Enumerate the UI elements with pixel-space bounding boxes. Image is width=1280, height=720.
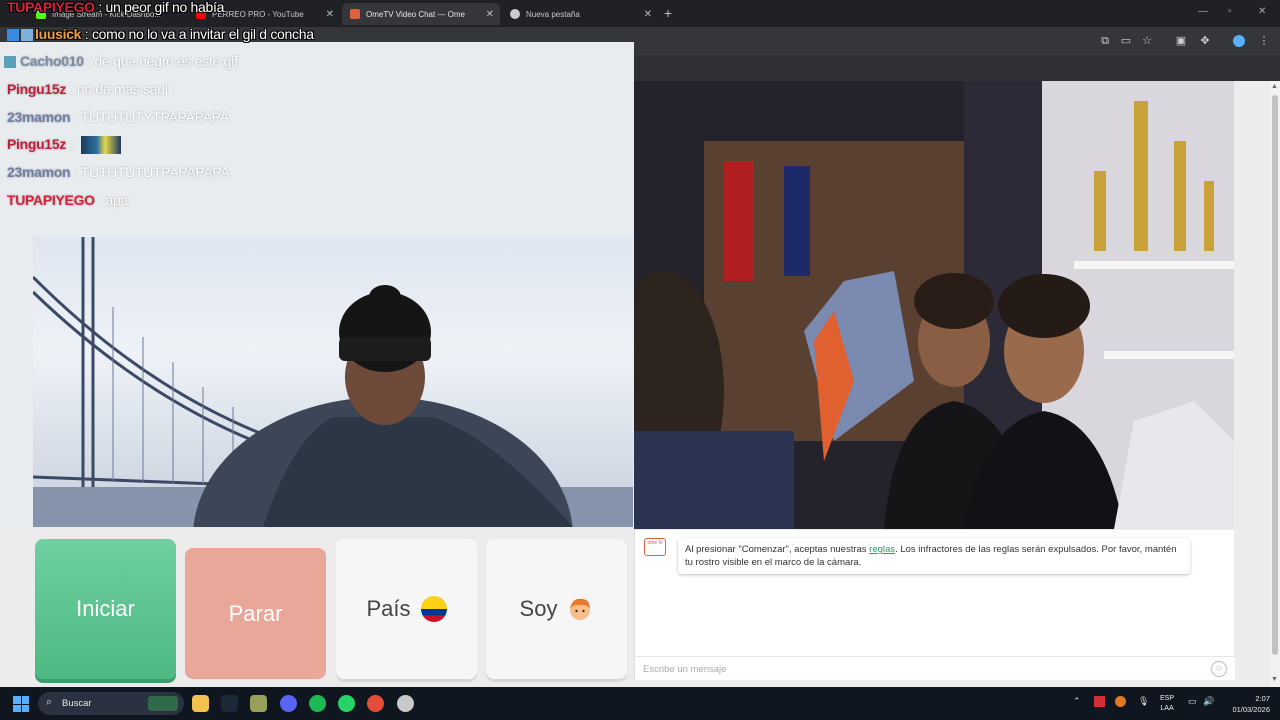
- start-label: Iniciar: [76, 596, 135, 621]
- emoji-icon[interactable]: ☺: [1211, 661, 1227, 677]
- steam-icon[interactable]: [221, 695, 238, 712]
- new-tab-button[interactable]: +: [664, 5, 672, 21]
- badge-icon: [21, 29, 33, 42]
- close-icon[interactable]: ✕: [326, 9, 334, 20]
- tab-label: Nueva pestaña: [526, 9, 580, 19]
- clock-time: 2:07: [1255, 694, 1270, 703]
- chat-username: TUPAPIYEGO: [7, 192, 95, 208]
- close-icon[interactable]: ✕: [644, 9, 652, 20]
- spotify-icon[interactable]: [309, 695, 326, 712]
- chat-username: Cacho010: [20, 53, 84, 69]
- gif-image: [33, 237, 633, 527]
- chat-text: como no lo va a invitar el gil d concha: [91, 26, 314, 42]
- system-message-text: Al presionar "Comenzar", aceptas nuestra…: [685, 544, 870, 555]
- ometv-icon: [350, 9, 360, 19]
- system-clock[interactable]: 2:07 01/03/2026: [1232, 693, 1270, 715]
- tab-new[interactable]: Nueva pestaña ✕: [502, 3, 658, 25]
- scroll-up-icon[interactable]: ▲: [1271, 83, 1278, 90]
- chat-emote: [80, 136, 121, 155]
- chat-username: TUPAPIYEGO: [7, 0, 95, 15]
- chat-username: 23mamon: [7, 109, 71, 125]
- screenshot-icon[interactable]: ▣: [1175, 35, 1187, 47]
- chat-text: TUTUTUTYTPAPAPAPA: [80, 109, 229, 125]
- window-close-icon[interactable]: ✕: [1258, 6, 1266, 17]
- whatsapp-icon[interactable]: [338, 695, 355, 712]
- language-indicator[interactable]: ESP LAA: [1160, 694, 1174, 714]
- chat-text: un peor gif no había: [105, 0, 225, 15]
- search-icon: ⌕: [46, 696, 53, 708]
- stream-chat-message: 23mamon : TUTUTUTUTPAPAPAPA: [7, 164, 230, 180]
- tab-label: OmeTV Video Chat — Ome: [366, 9, 465, 19]
- tab-ometv[interactable]: OmeTV Video Chat — Ome ✕: [342, 3, 500, 25]
- minimize-icon[interactable]: —: [1198, 6, 1208, 17]
- chat-username: luusick: [35, 26, 82, 42]
- stream-chat-message: Pingu15z :: [7, 136, 121, 155]
- chat-username: 23mamon: [7, 164, 71, 180]
- message-input-bar: ☺: [635, 656, 1235, 680]
- stream-chat-message: Pingu15z : no da mas saul: [7, 81, 168, 97]
- bookmark-star-icon[interactable]: ☆: [1141, 35, 1153, 47]
- search-highlight-icon: [148, 696, 178, 711]
- stream-chat-message: TUPAPIYEGO : apa: [7, 192, 129, 208]
- windows-start-icon[interactable]: [13, 696, 29, 712]
- country-label: País: [366, 596, 411, 621]
- chrome-icon: [510, 9, 520, 19]
- close-icon[interactable]: ✕: [486, 9, 494, 20]
- chat-text: TUTUTUTUTPAPAPAPA: [80, 164, 230, 180]
- obs-icon[interactable]: [397, 695, 414, 712]
- chat-username: Pingu15z: [7, 81, 67, 97]
- ometv-logo-icon: ome tv: [644, 538, 666, 556]
- message-input[interactable]: [643, 662, 1203, 676]
- country-selector[interactable]: País: [336, 539, 477, 679]
- colombia-flag-icon: [420, 596, 447, 622]
- menu-kebab-icon[interactable]: ⋮: [1258, 35, 1270, 47]
- taskbar: ⌕ Buscar ⌃ 🎙 ESP LAA ▭ 🔊 2:07 01/03/2026: [0, 687, 1280, 720]
- tray-app-icon[interactable]: [1094, 696, 1105, 707]
- taskbar-search[interactable]: ⌕ Buscar: [38, 692, 184, 715]
- chat-text: apa: [105, 192, 129, 208]
- page-scrollbar[interactable]: ▲ ▼: [1270, 81, 1280, 687]
- stream-chat-message: TUPAPIYEGO : un peor gif no había: [7, 0, 225, 15]
- chat-text: de que negro es este gif: [94, 53, 238, 69]
- chrome-icon[interactable]: [367, 695, 384, 712]
- boy-emoji-icon: [567, 596, 593, 622]
- volume-icon[interactable]: 🔊: [1203, 696, 1214, 707]
- microphone-icon[interactable]: 🎙: [1138, 696, 1149, 707]
- maximize-icon[interactable]: ▫: [1228, 6, 1232, 17]
- badge-icon: [4, 56, 16, 69]
- tray-app-icon[interactable]: [1115, 696, 1126, 707]
- gender-selector[interactable]: Soy: [486, 539, 627, 679]
- chevron-up-icon[interactable]: ⌃: [1073, 696, 1081, 707]
- gender-label: Soy: [519, 596, 558, 621]
- file-explorer-icon[interactable]: [192, 695, 209, 712]
- tab-label: PERREO PRO - YouTube: [212, 9, 304, 19]
- discord-icon[interactable]: [280, 695, 297, 712]
- scroll-down-icon[interactable]: ▼: [1271, 676, 1278, 683]
- clock-date: 01/03/2026: [1232, 705, 1270, 714]
- system-message: Al presionar "Comenzar", aceptas nuestra…: [678, 538, 1190, 574]
- chat-text: no da mas saul: [76, 81, 168, 97]
- badge-icon: [7, 29, 19, 42]
- stop-button[interactable]: Parar: [185, 548, 326, 679]
- cast-icon[interactable]: ▭: [1120, 35, 1132, 47]
- extensions-icon[interactable]: ✥: [1199, 35, 1211, 47]
- stream-chat-message: 23mamon : TUTUTUTYTPAPAPAPA: [7, 109, 229, 125]
- remote-video: [634, 81, 1234, 529]
- scrollbar-thumb[interactable]: [1272, 95, 1278, 655]
- profile-avatar[interactable]: [1233, 35, 1245, 47]
- search-label: Buscar: [62, 698, 92, 709]
- game-icon[interactable]: [250, 695, 267, 712]
- network-icon[interactable]: ▭: [1188, 696, 1197, 707]
- stream-chat-message: luusick : como no lo va a invitar el gil…: [7, 26, 314, 42]
- rules-link[interactable]: reglas: [869, 544, 895, 555]
- stream-chat-message: Cacho010 : de que negro es este gif: [4, 53, 238, 69]
- start-button[interactable]: Iniciar: [35, 539, 176, 679]
- chat-panel: ome tv Al presionar "Comenzar", aceptas …: [634, 530, 1235, 680]
- stop-label: Parar: [228, 600, 283, 626]
- translate-icon[interactable]: ⧉: [1099, 35, 1111, 47]
- screen: Image Stream - Kick Dashbo... PERREO PRO…: [0, 0, 1280, 720]
- chat-username: Pingu15z: [7, 136, 67, 152]
